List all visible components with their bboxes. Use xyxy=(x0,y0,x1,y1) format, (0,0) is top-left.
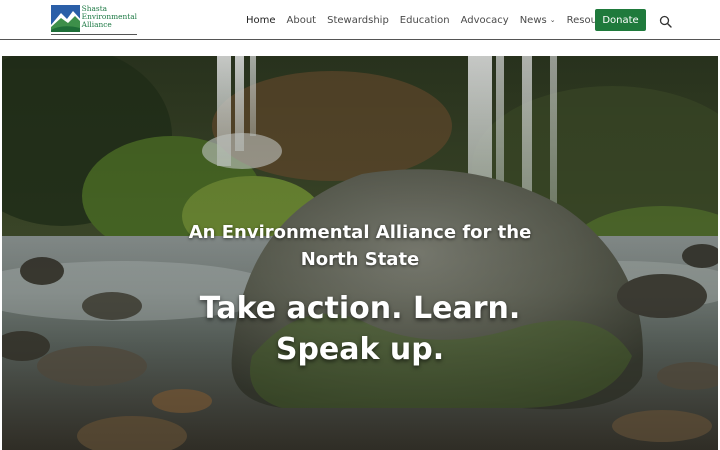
hero-title-line-2: Speak up. xyxy=(275,332,445,367)
hero-subtitle: An Environmental Alliance for the North … xyxy=(2,219,718,273)
nav-news-label: News xyxy=(519,14,547,26)
nav-home[interactable]: Home xyxy=(246,15,276,26)
site-logo[interactable]: Shasta Environmental Alliance xyxy=(51,5,137,35)
hero-subtitle-line-1: An Environmental Alliance for the xyxy=(188,222,532,243)
hero-title: Take action. Learn. Speak up. xyxy=(2,288,718,370)
logo-underline xyxy=(51,34,137,35)
main-nav: Home About Stewardship Education Advocac… xyxy=(246,13,638,27)
hero-title-line-1: Take action. Learn. xyxy=(199,291,521,326)
site-header: Shasta Environmental Alliance Home About… xyxy=(0,0,720,40)
chevron-down-icon: ⌄ xyxy=(549,16,556,24)
logo-mountain-icon xyxy=(51,5,80,32)
hero-subtitle-line-2: North State xyxy=(300,249,420,270)
nav-education[interactable]: Education xyxy=(400,15,450,26)
nav-news[interactable]: News ⌄ xyxy=(520,15,556,26)
logo-line-3: Alliance xyxy=(81,20,112,29)
logo-wordmark: Shasta Environmental Alliance xyxy=(82,5,137,29)
hero-banner: An Environmental Alliance for the North … xyxy=(2,56,718,450)
donate-button[interactable]: Donate xyxy=(595,9,646,31)
nav-stewardship[interactable]: Stewardship xyxy=(327,15,389,26)
search-icon[interactable] xyxy=(659,13,672,28)
nav-about[interactable]: About xyxy=(287,15,317,26)
nav-advocacy[interactable]: Advocacy xyxy=(461,15,509,26)
